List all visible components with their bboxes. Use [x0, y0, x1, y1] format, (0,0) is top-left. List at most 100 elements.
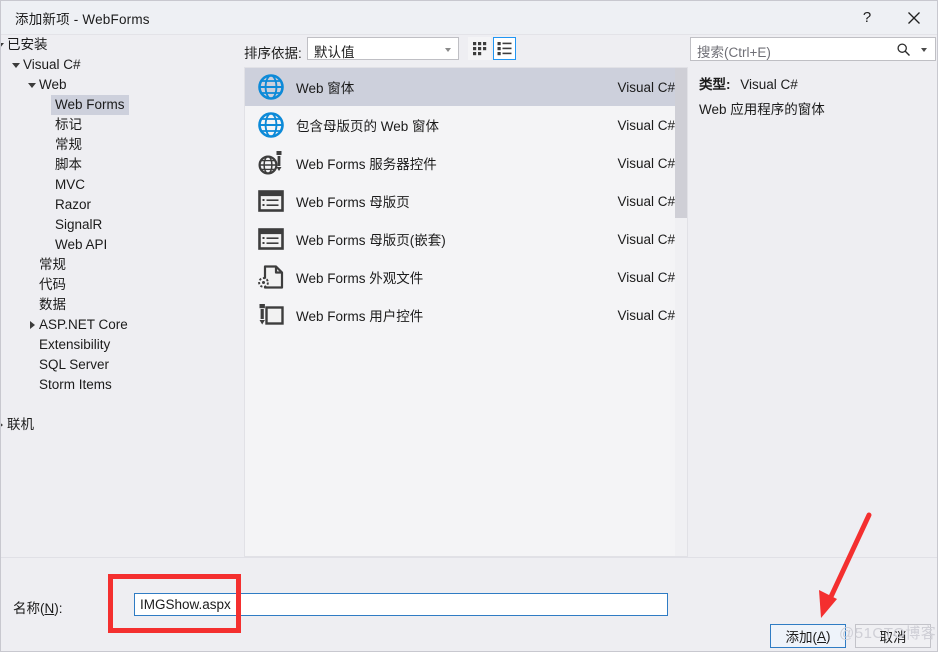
template-type-row: 类型: Visual C# — [699, 73, 798, 93]
sidebar-item-label: 常规 — [39, 257, 66, 272]
template-description: Web 应用程序的窗体 — [699, 102, 825, 117]
template-list-item[interactable]: 包含母版页的 Web 窗体 Visual C# — [245, 106, 687, 144]
sidebar-item-sql-server[interactable]: SQL Server — [1, 355, 241, 375]
sidebar-item-label: Extensibility — [39, 337, 111, 352]
sort-by-value: 默认值 — [314, 45, 355, 60]
sort-by-select[interactable]: 默认值 — [307, 37, 459, 60]
title-bar: 添加新项 - WebForms ? — [1, 1, 937, 34]
sidebar-item-mvc[interactable]: MVC — [1, 175, 241, 195]
globe-icon — [256, 72, 286, 102]
sidebar-item-label: 代码 — [39, 277, 66, 292]
sort-by-label: 排序依据: — [244, 46, 302, 61]
user-control-icon — [256, 300, 286, 330]
name-input[interactable]: IMGShow.aspx — [134, 593, 668, 616]
template-item-name: Web Forms 外观文件 — [296, 271, 424, 286]
scrollbar-thumb[interactable] — [675, 68, 687, 218]
chevron-right-icon[interactable] — [27, 315, 37, 335]
chevron-down-icon — [445, 48, 451, 52]
sidebar-item-[interactable]: 数据 — [1, 295, 241, 315]
template-item-name: Web Forms 服务器控件 — [296, 157, 437, 172]
sidebar-item-label: Razor — [55, 197, 92, 212]
template-item-language: Visual C# — [617, 155, 675, 171]
sidebar-item-asp.net-core[interactable]: ASP.NET Core — [1, 315, 241, 335]
template-list-scrollbar[interactable] — [675, 68, 687, 556]
sidebar-item-[interactable]: 脚本 — [1, 155, 241, 175]
template-list-item[interactable]: Web 窗体 Visual C# — [245, 68, 687, 106]
add-button[interactable]: 添加(A) — [770, 624, 846, 648]
chevron-down-icon[interactable] — [11, 55, 21, 75]
sidebar-item-label: Web Forms — [51, 95, 129, 115]
tiles-view-icon[interactable] — [468, 37, 491, 60]
chevron-down-icon[interactable] — [27, 75, 37, 95]
sidebar-item-label: 已安装 — [7, 37, 48, 52]
sidebar-item-label: Web — [39, 77, 67, 92]
template-list-item[interactable]: Web Forms 用户控件 Visual C# — [245, 296, 687, 334]
template-list-item[interactable]: Web Forms 服务器控件 Visual C# — [245, 144, 687, 182]
sidebar-item-[interactable]: 已安装 — [1, 35, 241, 55]
sidebar-item-label: SignalR — [55, 217, 103, 232]
sidebar-item-razor[interactable]: Razor — [1, 195, 241, 215]
cancel-button-label: 取消 — [879, 630, 907, 645]
sidebar-item-label: 脚本 — [55, 157, 82, 172]
sidebar-item-label: ASP.NET Core — [39, 317, 128, 332]
template-list-item[interactable]: Web Forms 母版页(嵌套) Visual C# — [245, 220, 687, 258]
chevron-down-icon[interactable] — [921, 48, 927, 52]
chevron-down-icon[interactable] — [1, 35, 5, 55]
template-item-name: Web Forms 母版页(嵌套) — [296, 233, 446, 248]
sidebar-item-[interactable]: 标记 — [1, 115, 241, 135]
name-label-accesskey: N — [44, 601, 55, 616]
template-item-name: 包含母版页的 Web 窗体 — [296, 119, 440, 134]
sidebar-item-label: 联机 — [7, 417, 34, 432]
chevron-right-icon[interactable] — [1, 415, 5, 435]
template-info-panel: 类型: Visual C# Web 应用程序的窗体 — [690, 67, 936, 557]
add-button-prefix: 添加( — [785, 630, 817, 645]
master-page-icon — [256, 186, 286, 216]
add-button-suffix: ) — [826, 628, 831, 644]
sidebar-item-label: SQL Server — [39, 357, 110, 372]
template-list-item[interactable]: Web Forms 外观文件 Visual C# — [245, 258, 687, 296]
template-item-language: Visual C# — [617, 193, 675, 209]
skin-file-icon — [256, 262, 286, 292]
help-icon[interactable]: ? — [844, 1, 890, 34]
template-list-item[interactable]: Web Forms 母版页 Visual C# — [245, 182, 687, 220]
template-item-name: Web Forms 母版页 — [296, 195, 410, 210]
sidebar-item-[interactable]: 常规 — [1, 255, 241, 275]
sidebar-item-label: Visual C# — [23, 57, 81, 72]
help-icon-glyph: ? — [862, 9, 872, 26]
sidebar-item-[interactable]: 常规 — [1, 135, 241, 155]
name-input-value: IMGShow.aspx — [140, 597, 231, 612]
name-label-suffix: ): — [54, 601, 63, 616]
search-icon — [896, 42, 911, 60]
sidebar-item-[interactable]: 代码 — [1, 275, 241, 295]
name-field-label: 名称(N): — [13, 597, 63, 617]
template-item-language: Visual C# — [617, 117, 675, 133]
add-button-accesskey: A — [816, 628, 826, 644]
sidebar-item-web-forms[interactable]: Web Forms — [1, 95, 241, 115]
list-view-icon[interactable] — [493, 37, 516, 60]
search-input[interactable]: 搜索(Ctrl+E) — [690, 37, 936, 61]
sidebar-item-extensibility[interactable]: Extensibility — [1, 335, 241, 355]
template-list[interactable]: Web 窗体 Visual C# 包含母版页的 Web 窗体 Visual C# Web… — [244, 67, 688, 557]
sidebar-item-web[interactable]: Web — [1, 75, 241, 95]
sidebar-item-signalr[interactable]: SignalR — [1, 215, 241, 235]
sidebar-item-visual-c#[interactable]: Visual C# — [1, 55, 241, 75]
category-tree: 已安装 Visual C# Web Web Forms 标记 常规 脚本 MVC Razor Si… — [1, 35, 241, 557]
sidebar-item-label: Storm Items — [39, 377, 112, 392]
sidebar-item-label: 常规 — [55, 137, 82, 152]
sidebar-item-web-api[interactable]: Web API — [1, 235, 241, 255]
close-icon[interactable] — [891, 1, 937, 34]
cancel-button[interactable]: 取消 — [855, 624, 931, 648]
sidebar-item-[interactable]: 联机 — [1, 415, 241, 435]
name-label-prefix: 名称( — [13, 601, 45, 616]
add-new-item-dialog: 添加新项 - WebForms ? 已安装 Visual C# Web Web For… — [0, 0, 938, 652]
sidebar-item-storm-items[interactable]: Storm Items — [1, 375, 241, 395]
template-item-language: Visual C# — [617, 269, 675, 285]
master-page-icon — [256, 224, 286, 254]
sidebar-item-label: 标记 — [55, 117, 82, 132]
sidebar-item-label: 数据 — [39, 297, 66, 312]
template-item-language: Visual C# — [617, 231, 675, 247]
search-input-text: 搜索(Ctrl+E) — [697, 45, 771, 60]
template-item-name: Web Forms 用户控件 — [296, 309, 424, 324]
template-item-name: Web 窗体 — [296, 81, 355, 96]
